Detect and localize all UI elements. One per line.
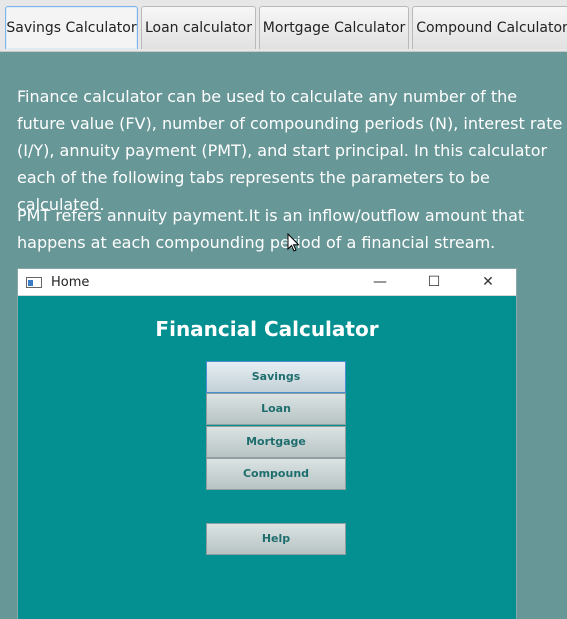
embedded-screenshot-window: Home — ☐ ✕ Financial Calculator Savings … [17,268,517,619]
loan-button[interactable]: Loan [206,393,346,425]
window-title-bar: Home — ☐ ✕ [18,269,516,296]
mortgage-button[interactable]: Mortgage [206,426,346,458]
minimize-icon[interactable]: — [360,269,400,296]
tab-savings-calculator[interactable]: Savings Calculator [5,6,138,49]
app-window-icon [26,277,42,288]
close-icon[interactable]: ✕ [468,269,508,296]
financial-calculator-heading: Financial Calculator [155,317,379,341]
tab-bar: Savings Calculator Loan calculator Mortg… [0,0,567,52]
maximize-icon[interactable]: ☐ [414,269,454,296]
mouse-cursor-icon [287,233,300,252]
description-paragraph: Finance calculator can be used to calcul… [17,87,563,214]
tab-compound-calculator[interactable]: Compound Calculator [412,6,567,49]
savings-button[interactable]: Savings [206,361,346,393]
window-title: Home [51,275,90,290]
tab-loan-calculator[interactable]: Loan calculator [141,6,256,49]
help-button[interactable]: Help [206,523,346,555]
tab-mortgage-calculator[interactable]: Mortgage Calculator [259,6,409,49]
compound-button[interactable]: Compound [206,458,346,490]
